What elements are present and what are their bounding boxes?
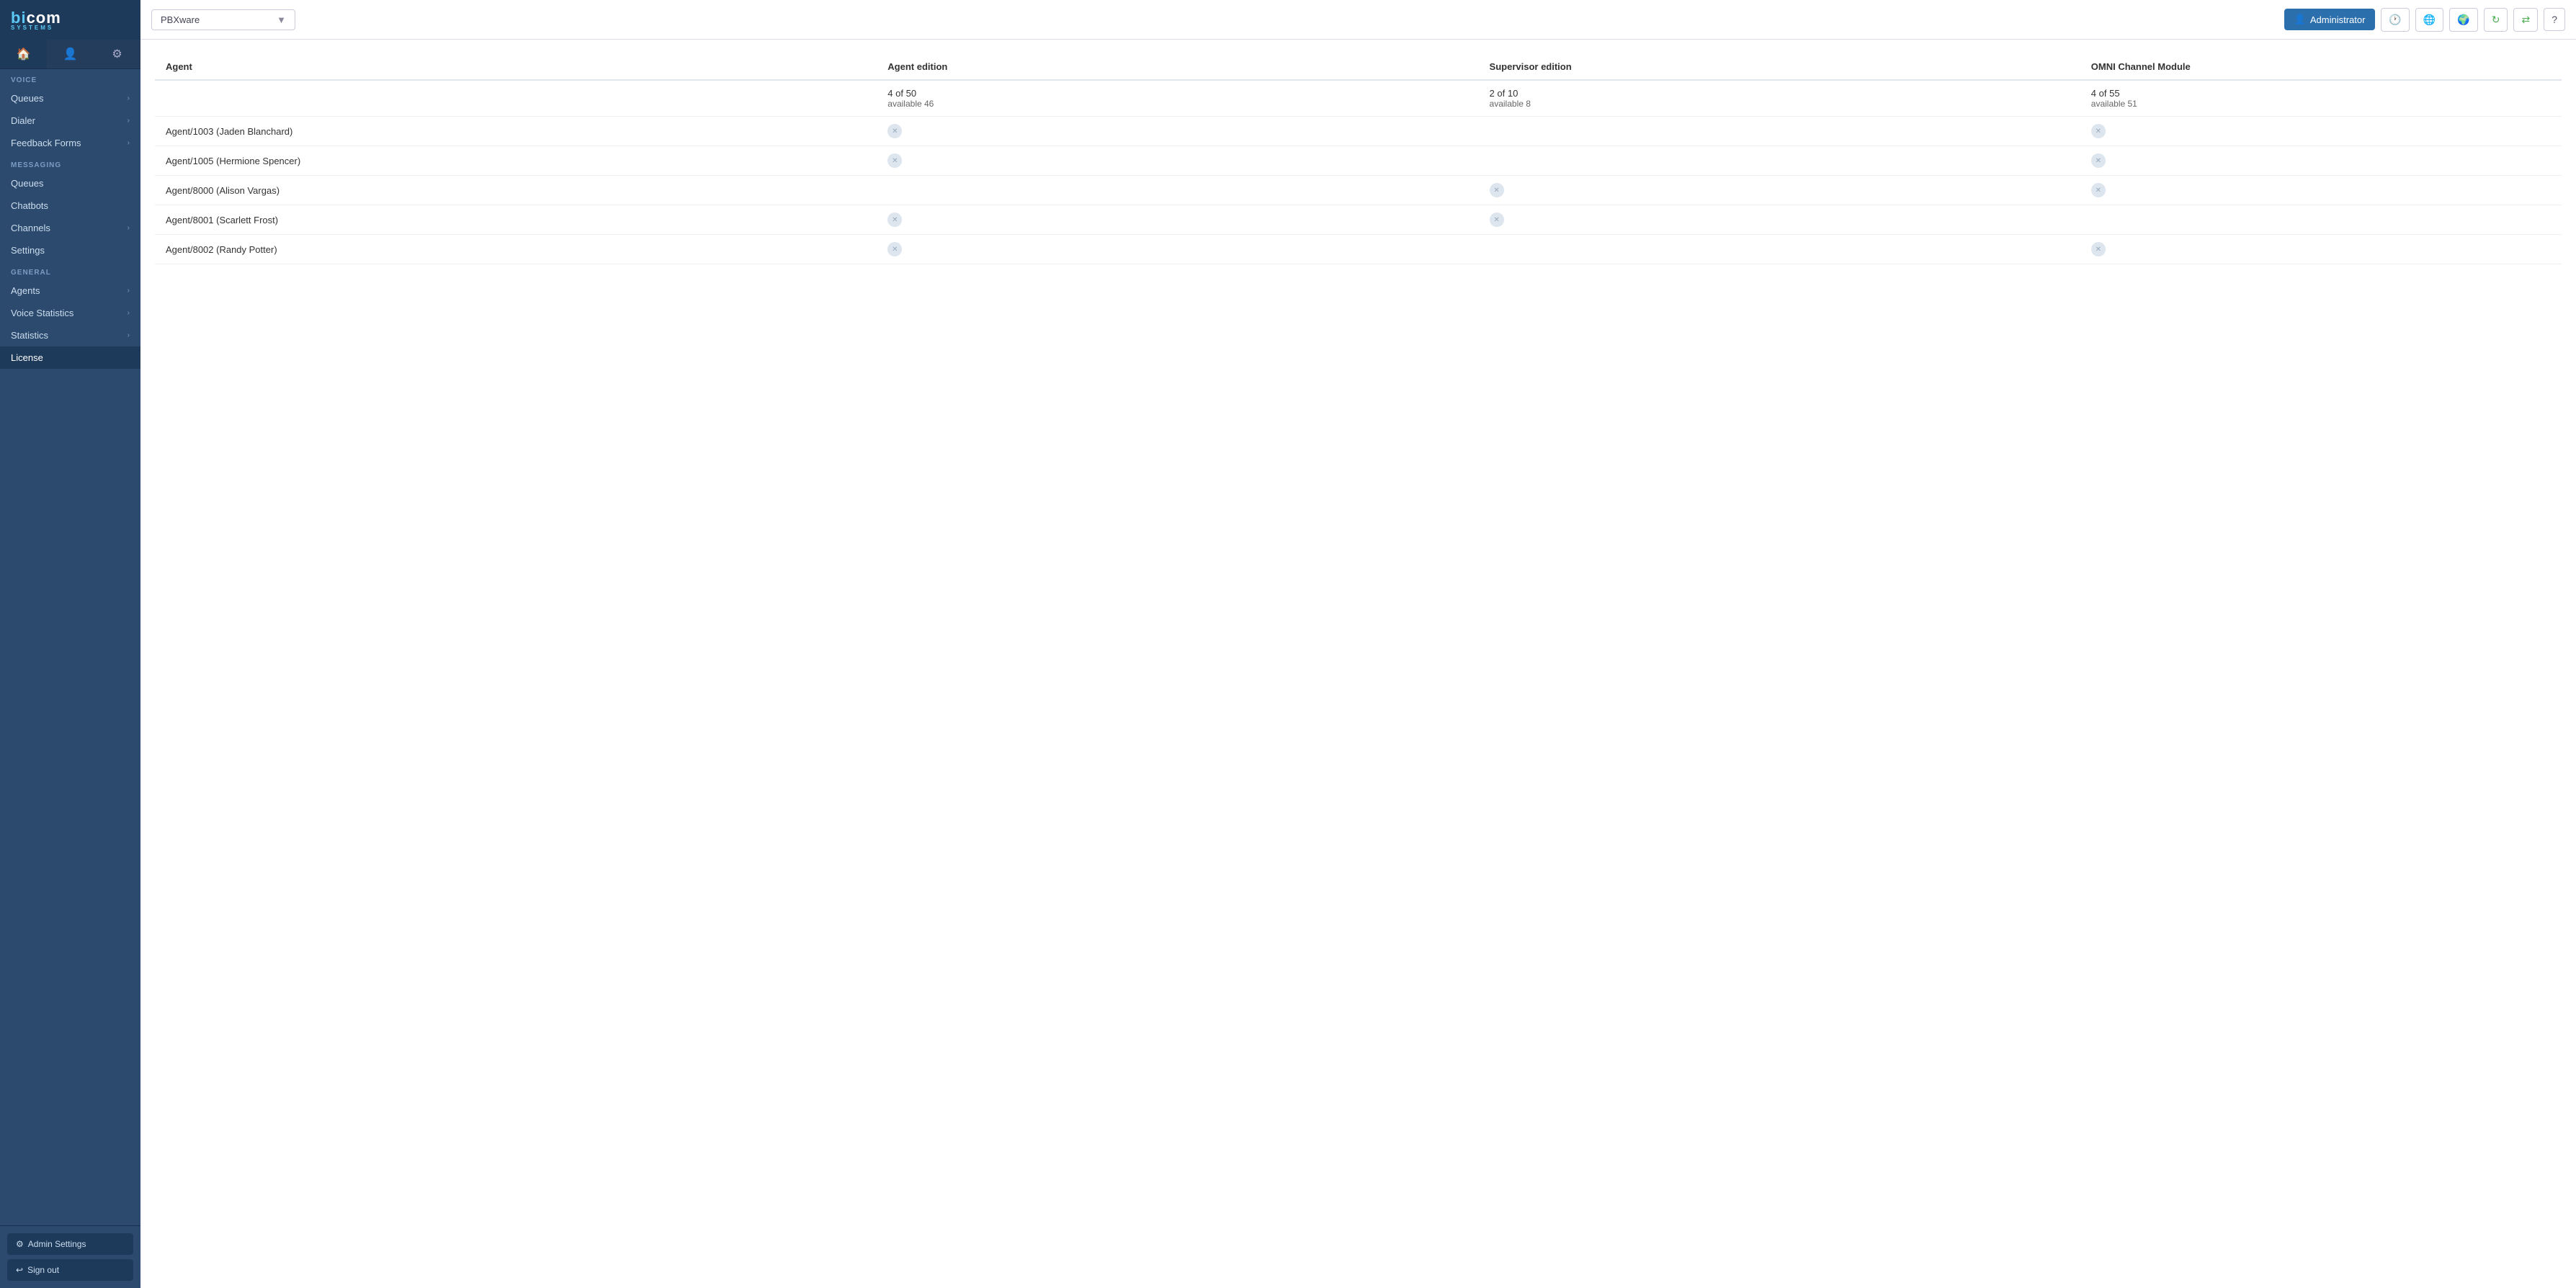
- arrow-icon: ›: [128, 309, 130, 317]
- cell-agent: Agent/1003 (Jaden Blanchard): [155, 117, 877, 146]
- cell-omni-channel: [2080, 146, 2562, 176]
- arrow-icon: ›: [128, 331, 130, 339]
- sidebar-item-chatbots[interactable]: Chatbots: [0, 194, 140, 217]
- sidebar: bicomSYSTEMS 🏠 👤 ⚙ VOICE Queues › Dialer…: [0, 0, 140, 1288]
- logo: bicomSYSTEMS: [11, 9, 61, 31]
- sidebar-item-feedback-forms[interactable]: Feedback Forms ›: [0, 132, 140, 154]
- cell-omni-channel: [2080, 205, 2562, 235]
- agent-edition-icon[interactable]: [887, 124, 902, 138]
- supervisor-edition-icon[interactable]: [1490, 183, 1504, 197]
- license-table: Agent Agent edition Supervisor edition O…: [155, 54, 2562, 264]
- agent-edition-available: available 46: [887, 99, 1467, 109]
- user-icon: 👤: [2294, 14, 2306, 25]
- sidebar-item-statistics[interactable]: Statistics ›: [0, 324, 140, 346]
- cell-agent-edition: [877, 146, 1478, 176]
- arrow-icon: ›: [128, 139, 130, 147]
- content-area: Agent Agent edition Supervisor edition O…: [140, 40, 2576, 1288]
- pbxware-label: PBXware: [161, 14, 200, 25]
- main-content: PBXware ▼ 👤 Administrator 🕐 🌐 🌍 ↻ ⇄ ? Ag…: [140, 0, 2576, 1288]
- agent-edition-used: 4 of 50: [887, 88, 1467, 99]
- supervisor-edition-available: available 8: [1490, 99, 2070, 109]
- sidebar-item-queues-messaging[interactable]: Queues: [0, 172, 140, 194]
- col-header-omni-channel: OMNI Channel Module: [2080, 54, 2562, 80]
- table-row: Agent/1003 (Jaden Blanchard): [155, 117, 2562, 146]
- col-header-agent-edition: Agent edition: [877, 54, 1478, 80]
- sidebar-item-queues-voice[interactable]: Queues ›: [0, 87, 140, 109]
- table-row: Agent/8001 (Scarlett Frost): [155, 205, 2562, 235]
- supervisor-edition-icon[interactable]: [1490, 213, 1504, 227]
- cell-omni-channel: [2080, 117, 2562, 146]
- signout-icon: ↩: [16, 1265, 23, 1275]
- logo-container: bicomSYSTEMS: [0, 0, 140, 40]
- cell-agent: Agent/8001 (Scarlett Frost): [155, 205, 877, 235]
- home-icon-btn[interactable]: 🏠: [0, 40, 47, 68]
- refresh-icon-btn[interactable]: ↻: [2484, 8, 2508, 32]
- arrow-icon: ›: [128, 224, 130, 232]
- pbxware-selector[interactable]: PBXware ▼: [151, 9, 295, 30]
- gear-icon: ⚙: [16, 1239, 24, 1249]
- arrow-icon: ›: [128, 117, 130, 125]
- table-row: Agent/8000 (Alison Vargas): [155, 176, 2562, 205]
- header: PBXware ▼ 👤 Administrator 🕐 🌐 🌍 ↻ ⇄ ?: [140, 0, 2576, 40]
- agent-edition-icon[interactable]: [887, 153, 902, 168]
- sidebar-item-channels[interactable]: Channels ›: [0, 217, 140, 239]
- table-row: Agent/8002 (Randy Potter): [155, 235, 2562, 264]
- voice-section-label: VOICE: [0, 69, 140, 87]
- table-row: Agent/1005 (Hermione Spencer): [155, 146, 2562, 176]
- cell-supervisor-edition: [1479, 117, 2080, 146]
- cell-agent: Agent/1005 (Hermione Spencer): [155, 146, 877, 176]
- sidebar-footer: ⚙ Admin Settings ↩ Sign out: [0, 1225, 140, 1288]
- translate-icon-btn[interactable]: 🌍: [2449, 8, 2477, 32]
- agent-edition-icon[interactable]: [887, 242, 902, 256]
- cell-supervisor-edition: [1479, 146, 2080, 176]
- sidebar-item-agents[interactable]: Agents ›: [0, 279, 140, 302]
- sidebar-item-settings[interactable]: Settings: [0, 239, 140, 261]
- general-section-label: GENERAL: [0, 261, 140, 279]
- cell-agent: Agent/8000 (Alison Vargas): [155, 176, 877, 205]
- summary-row: 4 of 50 available 46 2 of 10 available 8…: [155, 80, 2562, 117]
- dropdown-arrow-icon: ▼: [277, 14, 286, 25]
- omni-channel-icon[interactable]: [2091, 124, 2106, 138]
- user-icon-btn[interactable]: 👤: [47, 40, 94, 68]
- agent-edition-icon[interactable]: [887, 213, 902, 227]
- supervisor-edition-used: 2 of 10: [1490, 88, 2070, 99]
- sidebar-icon-row: 🏠 👤 ⚙: [0, 40, 140, 69]
- arrow-icon: ›: [128, 94, 130, 102]
- sync-icon-btn[interactable]: ⇄: [2513, 8, 2538, 32]
- header-actions: 👤 Administrator 🕐 🌐 🌍 ↻ ⇄ ?: [2284, 8, 2565, 32]
- sign-out-button[interactable]: ↩ Sign out: [7, 1259, 133, 1281]
- cell-omni-channel: [2080, 176, 2562, 205]
- sidebar-item-voice-statistics[interactable]: Voice Statistics ›: [0, 302, 140, 324]
- cell-supervisor-edition: [1479, 235, 2080, 264]
- cell-agent-edition: [877, 117, 1478, 146]
- omni-channel-used: 4 of 55: [2091, 88, 2551, 99]
- cell-agent-edition: [877, 176, 1478, 205]
- cell-supervisor-edition: [1479, 176, 2080, 205]
- cell-supervisor-edition: [1479, 205, 2080, 235]
- administrator-button[interactable]: 👤 Administrator: [2284, 9, 2376, 30]
- cell-agent-edition: [877, 235, 1478, 264]
- clock-icon-btn[interactable]: 🕐: [2381, 8, 2409, 32]
- sidebar-item-dialer[interactable]: Dialer ›: [0, 109, 140, 132]
- sidebar-item-license[interactable]: License: [0, 346, 140, 369]
- cell-omni-channel: [2080, 235, 2562, 264]
- omni-channel-icon[interactable]: [2091, 183, 2106, 197]
- cell-agent-edition: [877, 205, 1478, 235]
- omni-channel-icon[interactable]: [2091, 242, 2106, 256]
- help-icon-btn[interactable]: ?: [2544, 8, 2565, 31]
- admin-settings-button[interactable]: ⚙ Admin Settings: [7, 1233, 133, 1255]
- col-header-supervisor-edition: Supervisor edition: [1479, 54, 2080, 80]
- omni-channel-icon[interactable]: [2091, 153, 2106, 168]
- col-header-agent: Agent: [155, 54, 877, 80]
- arrow-icon: ›: [128, 287, 130, 295]
- omni-channel-available: available 51: [2091, 99, 2551, 109]
- messaging-section-label: MESSAGING: [0, 154, 140, 172]
- settings-icon-btn[interactable]: ⚙: [94, 40, 140, 68]
- globe-icon-btn[interactable]: 🌐: [2415, 8, 2443, 32]
- cell-agent: Agent/8002 (Randy Potter): [155, 235, 877, 264]
